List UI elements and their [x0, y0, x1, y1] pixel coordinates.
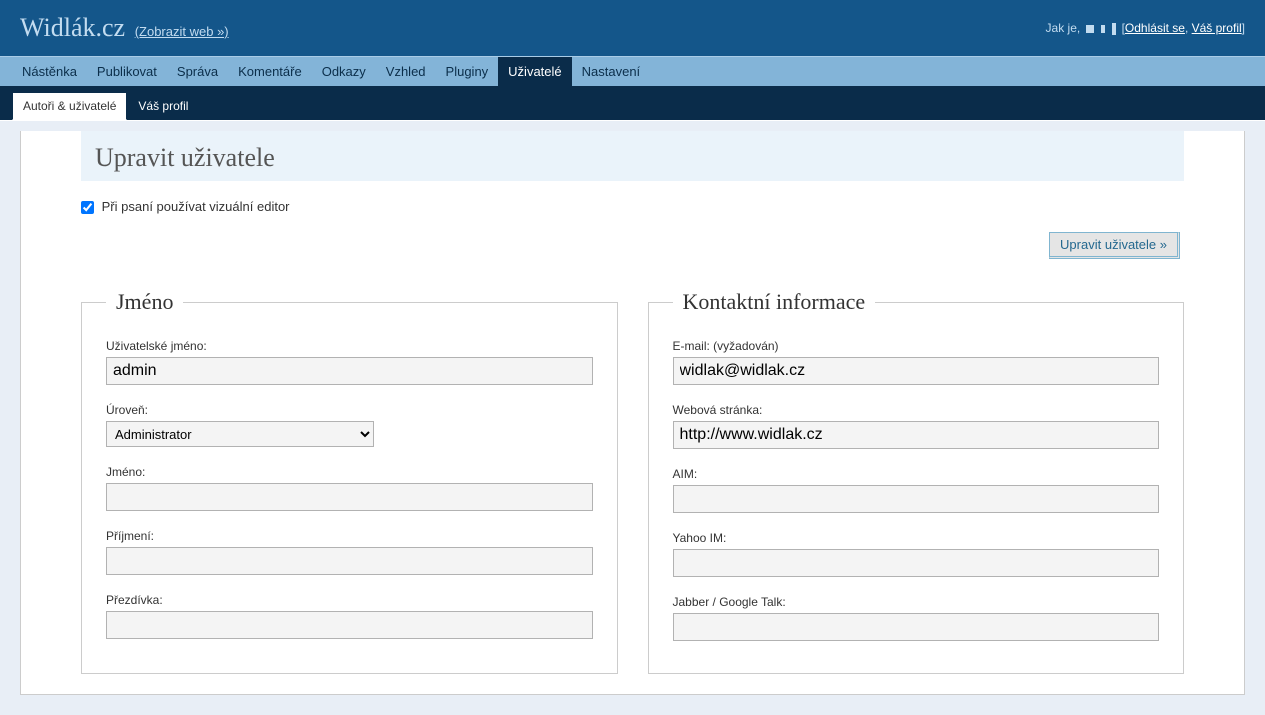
content-wrap: Upravit uživatele Při psaní používat viz… — [20, 131, 1245, 695]
aim-input[interactable] — [673, 485, 1160, 513]
yim-input[interactable] — [673, 549, 1160, 577]
email-input[interactable] — [673, 357, 1160, 385]
nav-item-users[interactable]: Uživatelé — [498, 57, 571, 86]
lastname-label: Příjmení: — [106, 529, 593, 543]
lastname-input[interactable] — [106, 547, 593, 575]
email-label: E-mail: (vyžadován) — [673, 339, 1160, 353]
submit-row: Upravit uživatele » — [81, 232, 1180, 259]
nav-item-settings[interactable]: Nastavení — [572, 57, 651, 86]
jabber-input[interactable] — [673, 613, 1160, 641]
nav-item-appearance[interactable]: Vzhled — [376, 57, 436, 86]
subnav-item-profile[interactable]: Váš profil — [127, 92, 199, 120]
nickname-label: Přezdívka: — [106, 593, 593, 607]
user-info: Jak je, [Odhlásit se, Váš profil] — [1046, 21, 1245, 35]
visual-editor-label: Při psaní používat vizuální editor — [102, 199, 290, 214]
subnav-item-authors[interactable]: Autoři & uživatelé — [12, 92, 127, 120]
username-input[interactable] — [106, 357, 593, 385]
nav-item-manage[interactable]: Správa — [167, 57, 228, 86]
update-user-button[interactable]: Upravit uživatele » — [1049, 232, 1180, 259]
site-title-block: Widlák.cz (Zobrazit web ») — [20, 13, 229, 43]
avatar-icon — [1101, 25, 1105, 33]
visual-editor-row: Při psaní používat vizuální editor — [81, 199, 1184, 220]
website-label: Webová stránka: — [673, 403, 1160, 417]
aim-label: AIM: — [673, 467, 1160, 481]
nickname-input[interactable] — [106, 611, 593, 639]
nav-item-comments[interactable]: Komentáře — [228, 57, 312, 86]
visual-editor-checkbox[interactable] — [81, 201, 94, 214]
firstname-label: Jméno: — [106, 465, 593, 479]
nav-item-plugins[interactable]: Pluginy — [436, 57, 499, 86]
fieldset-contact: Kontaktní informace E-mail: (vyžadován) … — [648, 289, 1185, 674]
logout-link[interactable]: Odhlásit se — [1125, 21, 1185, 35]
fieldsets: Jméno Uživatelské jméno: Úroveň: Adminis… — [81, 289, 1184, 674]
greeting-text: Jak je, — [1046, 21, 1081, 35]
site-title[interactable]: Widlák.cz — [20, 13, 125, 42]
nav-item-dashboard[interactable]: Nástěnka — [12, 57, 87, 86]
nav-item-publish[interactable]: Publikovat — [87, 57, 167, 86]
content: Upravit uživatele Při psaní používat viz… — [21, 131, 1244, 694]
avatar-icon — [1112, 23, 1116, 35]
page-title: Upravit uživatele — [95, 143, 1170, 173]
username-label: Uživatelské jméno: — [106, 339, 593, 353]
fieldset-name-legend: Jméno — [106, 289, 183, 315]
avatar-icon — [1086, 25, 1094, 33]
admin-header: Widlák.cz (Zobrazit web ») Jak je, [Odhl… — [0, 0, 1265, 56]
yim-label: Yahoo IM: — [673, 531, 1160, 545]
nav-item-links[interactable]: Odkazy — [312, 57, 376, 86]
role-label: Úroveň: — [106, 403, 593, 417]
page-title-bar: Upravit uživatele — [81, 131, 1184, 181]
visual-editor-label-wrap[interactable]: Při psaní používat vizuální editor — [81, 199, 290, 214]
firstname-input[interactable] — [106, 483, 593, 511]
nav-primary: Nástěnka Publikovat Správa Komentáře Odk… — [0, 56, 1265, 86]
profile-link[interactable]: Váš profil — [1192, 21, 1242, 35]
fieldset-name: Jméno Uživatelské jméno: Úroveň: Adminis… — [81, 289, 618, 674]
view-site-link[interactable]: (Zobrazit web ») — [135, 24, 229, 39]
role-select[interactable]: Administrator — [106, 421, 374, 447]
website-input[interactable] — [673, 421, 1160, 449]
nav-secondary: Autoři & uživatelé Váš profil — [0, 86, 1265, 121]
jabber-label: Jabber / Google Talk: — [673, 595, 1160, 609]
fieldset-contact-legend: Kontaktní informace — [673, 289, 876, 315]
